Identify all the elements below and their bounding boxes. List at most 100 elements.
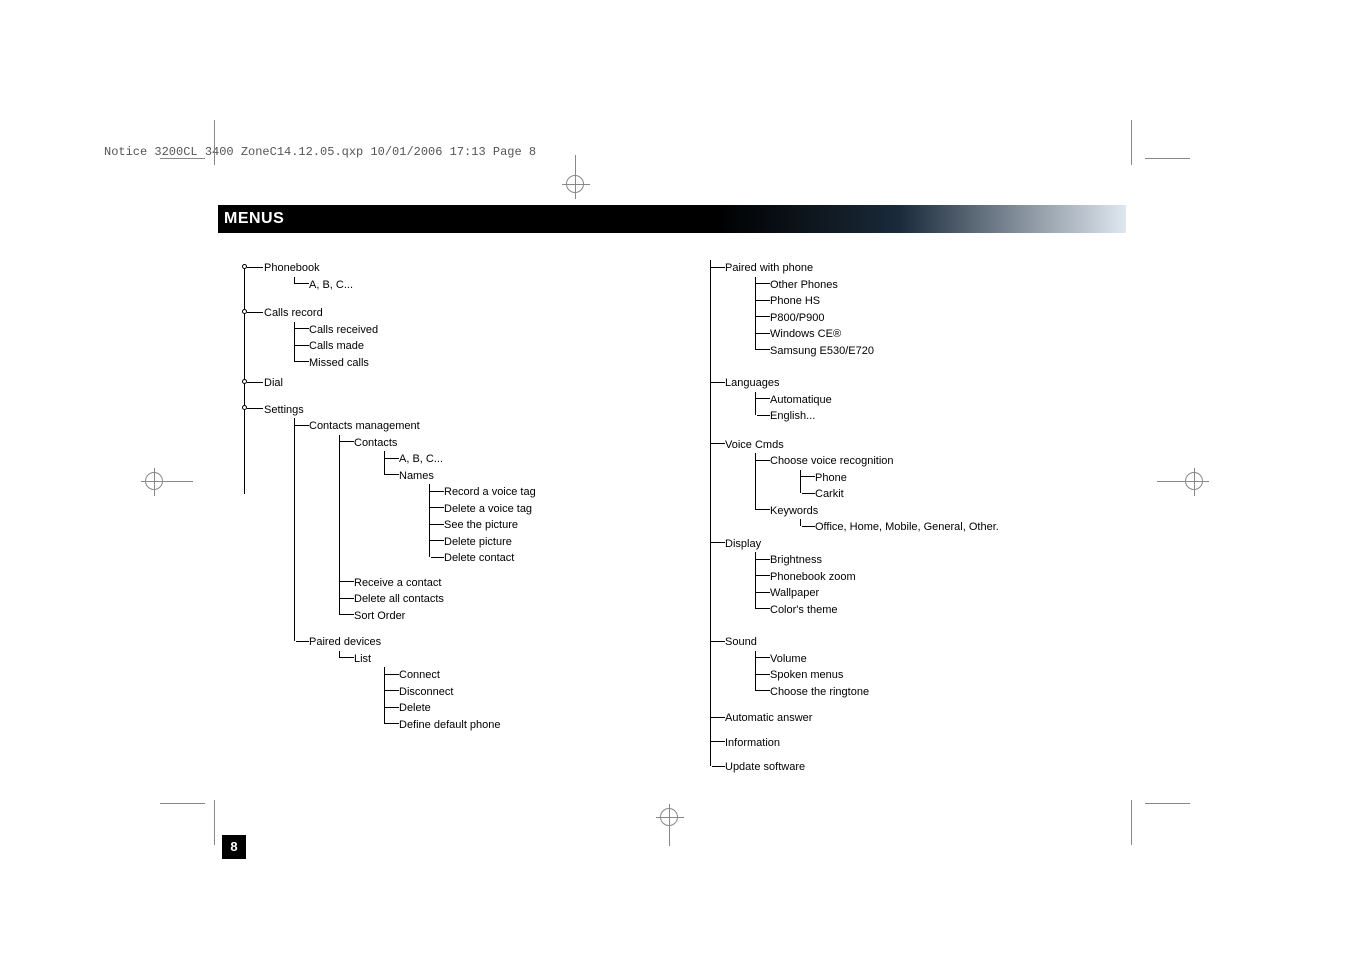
label-delete-contact: Delete contact: [444, 550, 514, 567]
tree-column-right: Paired with phone Other Phones Phone HS …: [710, 260, 1130, 776]
node-names: Names Record a voice tag Delete a voice …: [385, 468, 670, 567]
label-information: Information: [725, 735, 780, 752]
node-see-picture: See the picture: [430, 517, 670, 534]
node-wallpaper: Wallpaper: [756, 585, 1130, 602]
crop-mark-circle: [566, 175, 584, 193]
label-choose-recog: Choose voice recognition: [770, 453, 894, 470]
frame-bot: [1131, 800, 1132, 845]
node-sort-order: Sort Order: [340, 608, 670, 625]
label-volume: Volume: [770, 651, 807, 668]
label-see-pic: See the picture: [444, 517, 518, 534]
crop-mark-left-line: [168, 481, 193, 482]
label-delete-pic: Delete picture: [444, 534, 512, 551]
node-brightness: Brightness: [756, 552, 1130, 569]
label-delete-all: Delete all contacts: [354, 591, 444, 608]
node-contacts: Contacts A, B, C... Names Record a voice…: [340, 435, 670, 567]
label-contacts-abc: A, B, C...: [399, 451, 443, 468]
node-languages: Languages Automatique English...: [711, 375, 1130, 425]
label-record-tag: Record a voice tag: [444, 484, 536, 501]
label-delete: Delete: [399, 700, 431, 717]
node-define-default: Define default phone: [385, 717, 670, 734]
node-receive-contact: Receive a contact: [340, 575, 670, 592]
label-sound: Sound: [725, 634, 757, 651]
node-p800: P800/P900: [756, 310, 1130, 327]
label-display: Display: [725, 536, 761, 553]
label-brightness: Brightness: [770, 552, 822, 569]
label-keywords: Keywords: [770, 503, 818, 520]
label-connect: Connect: [399, 667, 440, 684]
node-delete-picture: Delete picture: [430, 534, 670, 551]
node-information: Information: [711, 735, 1130, 752]
label-phonebook: Phonebook: [264, 260, 320, 277]
crop-mark-bottom-vline: [669, 828, 670, 846]
label-auto-answer: Automatic answer: [725, 710, 812, 727]
node-settings: Settings Contacts management Contacts A,…: [250, 402, 670, 734]
crop-mark-bottom-circle: [660, 808, 678, 826]
label-calls-missed: Missed calls: [309, 355, 369, 372]
label-color-theme: Color's theme: [770, 602, 838, 619]
node-recog-phone: Phone: [801, 470, 1130, 487]
label-ringtone: Choose the ringtone: [770, 684, 869, 701]
label-auto: Automatique: [770, 392, 832, 409]
node-update-software: Update software: [711, 759, 1130, 776]
frame-topL: [214, 120, 215, 165]
frame-botL: [214, 800, 215, 845]
label-wallpaper: Wallpaper: [770, 585, 819, 602]
node-calls-missed: Missed calls: [295, 355, 670, 372]
label-paired-with-phone: Paired with phone: [725, 260, 813, 277]
node-delete-contact: Delete contact: [430, 550, 670, 567]
node-disconnect: Disconnect: [385, 684, 670, 701]
label-voice-cmds: Voice Cmds: [725, 437, 784, 454]
label-receive-contact: Receive a contact: [354, 575, 441, 592]
label-define-default: Define default phone: [399, 717, 501, 734]
page-number: 8: [222, 835, 246, 859]
node-paired-devices: Paired devices List Connect Disconnect D…: [295, 634, 670, 733]
label-delete-tag: Delete a voice tag: [444, 501, 532, 518]
label-contacts: Contacts: [354, 435, 397, 452]
label-disconnect: Disconnect: [399, 684, 453, 701]
label-other-phones: Other Phones: [770, 277, 838, 294]
label-phone-hs: Phone HS: [770, 293, 820, 310]
node-recog-carkit: Carkit: [801, 486, 1130, 503]
node-pb-zoom: Phonebook zoom: [756, 569, 1130, 586]
label-languages: Languages: [725, 375, 779, 392]
label-keywords-list: Office, Home, Mobile, General, Other.: [815, 519, 999, 536]
node-ringtone: Choose the ringtone: [756, 684, 1130, 701]
label-recog-phone: Phone: [815, 470, 847, 487]
page-title: MENUS: [218, 205, 1126, 233]
node-phonebook-abc: A, B, C...: [295, 277, 670, 294]
node-spoken-menus: Spoken menus: [756, 667, 1130, 684]
node-keywords-list: Office, Home, Mobile, General, Other.: [801, 519, 1130, 536]
node-paired-with-phone: Paired with phone Other Phones Phone HS …: [711, 260, 1130, 359]
node-contacts-mgmt: Contacts management Contacts A, B, C... …: [295, 418, 670, 624]
label-p800: P800/P900: [770, 310, 824, 327]
label-calls-received: Calls received: [309, 322, 378, 339]
node-calls-received: Calls received: [295, 322, 670, 339]
node-color-theme: Color's theme: [756, 602, 1130, 619]
label-contacts-mgmt: Contacts management: [309, 418, 420, 435]
node-voice-cmds: Voice Cmds Choose voice recognition Phon…: [711, 437, 1130, 536]
node-list: List Connect Disconnect Delete Define de…: [340, 651, 670, 734]
label-spoken-menus: Spoken menus: [770, 667, 843, 684]
label-calls-record: Calls record: [264, 305, 323, 322]
crop-mark-right-circle: [1185, 472, 1203, 490]
frame-bot2: [1145, 803, 1190, 804]
source-file-header: Notice 3200CL 3400 ZoneC14.12.05.qxp 10/…: [104, 145, 536, 159]
node-choose-recog: Choose voice recognition Phone Carkit: [756, 453, 1130, 503]
node-auto: Automatique: [756, 392, 1130, 409]
node-dial: Dial: [250, 375, 670, 392]
node-calls-made: Calls made: [295, 338, 670, 355]
crop-mark-right-line: [1157, 481, 1182, 482]
node-calls-record: Calls record Calls received Calls made M…: [250, 305, 670, 371]
label-phonebook-abc: A, B, C...: [309, 277, 353, 294]
node-delete-voice-tag: Delete a voice tag: [430, 501, 670, 518]
node-contacts-abc: A, B, C...: [385, 451, 670, 468]
node-other-phones: Other Phones: [756, 277, 1130, 294]
label-pb-zoom: Phonebook zoom: [770, 569, 856, 586]
node-auto-answer: Automatic answer: [711, 710, 1130, 727]
node-samsung: Samsung E530/E720: [756, 343, 1130, 360]
node-connect: Connect: [385, 667, 670, 684]
label-windows-ce: Windows CE®: [770, 326, 841, 343]
node-phone-hs: Phone HS: [756, 293, 1130, 310]
label-dial: Dial: [264, 375, 283, 392]
